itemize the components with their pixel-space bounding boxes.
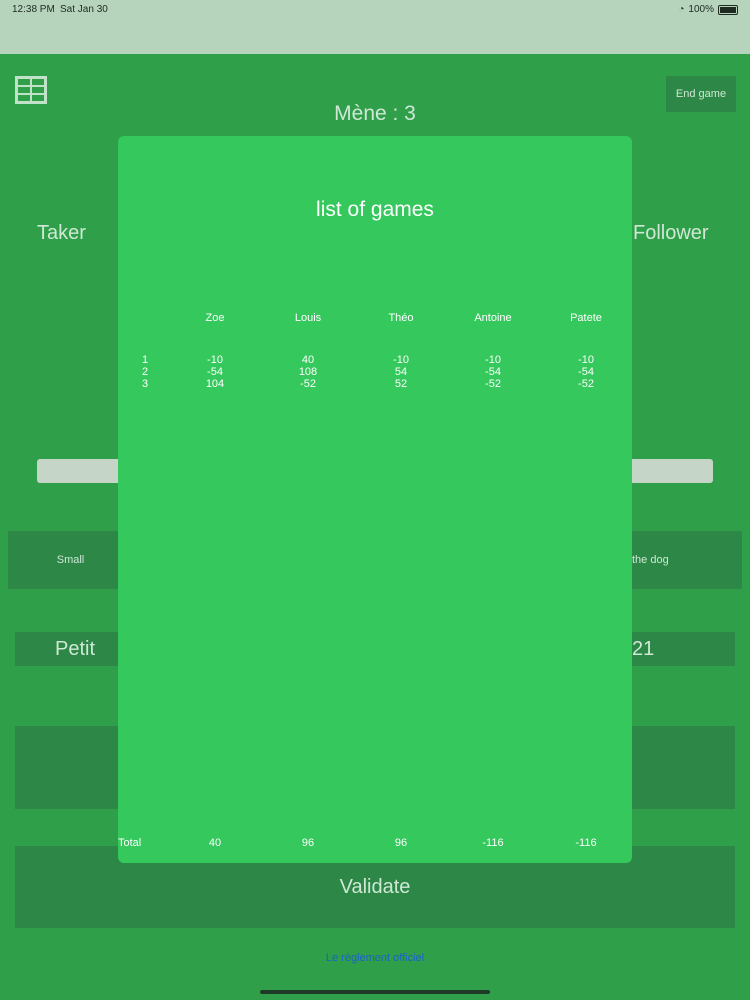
total-cell: -116 — [482, 837, 504, 849]
total-cell: 40 — [208, 837, 222, 849]
games-list-modal: list of games Zoe Louis Théo Antoine Pat… — [118, 136, 632, 863]
score-cell: -10 — [578, 354, 594, 366]
mene-title: Mène : 3 — [334, 102, 416, 125]
score-field[interactable]: 21 — [620, 632, 735, 666]
option-button-right[interactable] — [620, 726, 735, 809]
dog-button[interactable]: the dog — [620, 531, 742, 589]
status-right: ◔ 100% — [678, 4, 738, 15]
player-header: Louis — [294, 312, 322, 324]
score-cell: -54 — [578, 366, 594, 378]
official-rules-link[interactable]: Le règlement officiel — [0, 952, 750, 964]
score-cell: -54 — [207, 366, 223, 378]
score-cell: -52 — [578, 378, 594, 390]
score-cell: -54 — [485, 366, 501, 378]
table-grid-icon[interactable] — [15, 76, 47, 104]
player-header: Patete — [570, 312, 602, 324]
total-cell: 96 — [301, 837, 315, 849]
player-header: Théo — [388, 312, 414, 324]
total-cell: -116 — [575, 837, 597, 849]
score-cell: -52 — [485, 378, 501, 390]
status-date: Sat Jan 30 — [60, 4, 108, 15]
total-label: Total — [118, 837, 142, 849]
battery-icon — [718, 4, 738, 15]
follower-label: Follower — [633, 222, 709, 244]
taker-label: Taker — [37, 222, 86, 244]
status-bar: 12:38 PM Sat Jan 30 ◔ 100% — [0, 0, 750, 54]
follower-slider[interactable] — [624, 459, 713, 483]
petit-button[interactable]: Petit — [15, 632, 135, 666]
battery-percentage: 100% — [688, 4, 714, 15]
player-header: Antoine — [474, 312, 512, 324]
score-cell: 104 — [205, 378, 225, 390]
small-button[interactable]: Small — [8, 531, 133, 589]
wifi-icon: ◔ — [678, 4, 685, 15]
row-index: 1 — [141, 354, 149, 366]
score-cell: 52 — [394, 378, 408, 390]
score-cell: 40 — [301, 354, 315, 366]
score-cell: -10 — [485, 354, 501, 366]
player-header: Zoe — [205, 312, 225, 324]
score-cell: -10 — [207, 354, 223, 366]
taker-slider[interactable] — [37, 459, 127, 483]
score-cell: 54 — [394, 366, 408, 378]
status-time: 12:38 PM — [12, 4, 55, 15]
score-cell: 108 — [298, 366, 318, 378]
modal-title: list of games — [316, 198, 434, 221]
home-indicator[interactable] — [260, 990, 490, 994]
score-cell: -52 — [300, 378, 316, 390]
score-cell: -10 — [393, 354, 409, 366]
total-cell: 96 — [394, 837, 408, 849]
row-index: 3 — [141, 378, 149, 390]
row-index: 2 — [141, 366, 149, 378]
option-button-left[interactable] — [15, 726, 135, 809]
